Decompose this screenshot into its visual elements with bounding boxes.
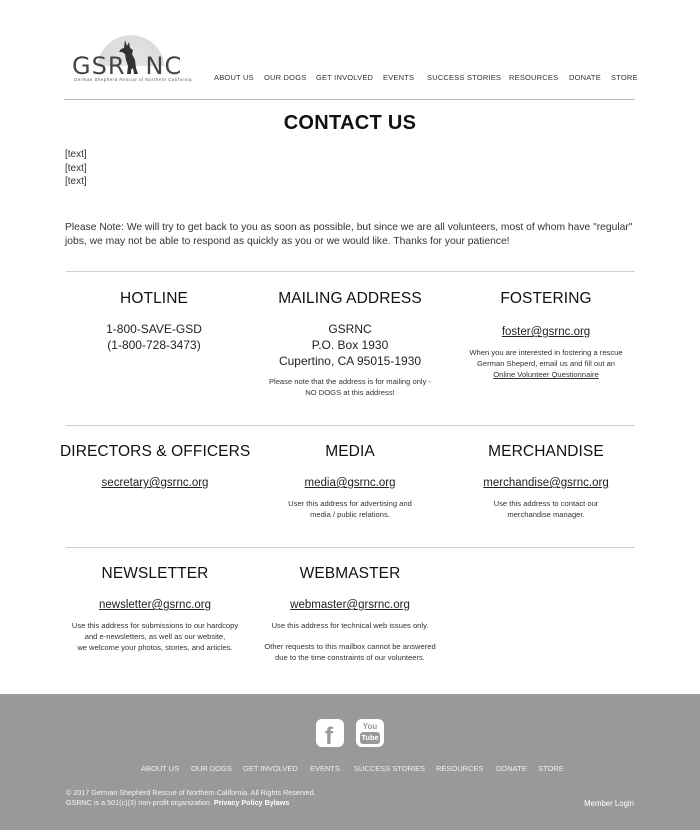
volunteer-questionnaire-link[interactable]: Online Volunteer Questionnaire [493,370,599,379]
placeholder-text: [text] [65,162,87,174]
webmaster-card: WEBMASTER webmaster@grsrnc.org Use this … [250,565,450,663]
directors-card: DIRECTORS & OFFICERS secretary@gsrnc.org [60,443,250,491]
newsletter-desc: Use this address for submissions to our … [71,621,239,630]
merchandise-card: MERCHANDISE merchandise@gsrnc.org Use th… [456,443,636,520]
mailing-note: NO DOGS at this address! [305,388,395,397]
copyright-block: © 2017 German Shepherd Rescue of Norther… [66,788,316,807]
merchandise-email-link[interactable]: merchandise@gsrnc.org [483,477,608,489]
footer-nav-get-involved[interactable]: GET INVOLVED [243,764,298,773]
media-email-link[interactable]: media@gsrnc.org [305,477,396,489]
fostering-desc: When you are interested in fostering a r… [469,348,623,357]
nav-events[interactable]: EVENTS [383,73,414,82]
nav-donate[interactable]: DONATE [569,73,601,82]
nav-about-us[interactable]: ABOUT US [214,73,254,82]
media-title: MEDIA [325,443,375,460]
webmaster-email-link[interactable]: webmaster@grsrnc.org [290,599,410,611]
webmaster-desc: Use this address for technical web issue… [271,621,429,630]
newsletter-email-link[interactable]: newsletter@gsrnc.org [99,599,211,611]
hotline-card: HOTLINE 1-800-SAVE-GSD (1-800-728-3473) [64,290,244,353]
nav-store[interactable]: STORE [611,73,638,82]
site-footer: f You Tube ABOUT US OUR DOGS GET INVOLVE… [0,694,700,830]
footer-nav-donate[interactable]: DONATE [496,764,527,773]
media-card: MEDIA media@gsrnc.org User this address … [250,443,450,520]
section-divider [66,547,635,548]
nav-our-dogs[interactable]: OUR DOGS [264,73,306,82]
fostering-title: FOSTERING [500,290,592,307]
nav-resources[interactable]: RESOURCES [509,73,558,82]
merchandise-desc: Use this address to contact our [493,499,599,508]
site-header: GSR NC German Shepherd Rescue of Northern… [0,0,700,100]
directors-title: DIRECTORS & OFFICERS [60,443,251,460]
youtube-icon: Tube [360,732,380,744]
facebook-link[interactable]: f [316,719,344,750]
fostering-card: FOSTERING foster@gsrnc.org When you are … [456,290,636,380]
directors-email-link[interactable]: secretary@gsrnc.org [102,477,209,489]
media-desc: media / public relations. [310,510,390,519]
youtube-icon-top: You [362,722,378,731]
bylaws-link[interactable]: Bylaws [265,798,290,807]
merchandise-title: MERCHANDISE [488,443,604,460]
newsletter-card: NEWSLETTER newsletter@gsrnc.org Use this… [60,565,250,653]
media-desc: User this address for advertising and [288,499,412,508]
facebook-icon: f [325,723,333,750]
section-divider [66,271,635,272]
member-login-link[interactable]: Member Login [584,799,634,808]
footer-nav-events[interactable]: EVENTS [310,764,340,773]
footer-nav-about-us[interactable]: ABOUT US [141,764,179,773]
footer-nav-our-dogs[interactable]: OUR DOGS [191,764,232,773]
mailing-name: GSRNC [328,322,372,336]
webmaster-desc: due to the time constraints of our volun… [275,653,425,662]
newsletter-title: NEWSLETTER [101,565,209,582]
nav-get-involved[interactable]: GET INVOLVED [316,73,373,82]
fostering-email-link[interactable]: foster@gsrnc.org [502,326,590,338]
nonprofit-text: GSRNC is a 501(c)(3) non-profit organiza… [66,797,212,807]
placeholder-text-block: [text] [text] [text] [65,148,87,189]
header-divider [64,99,635,100]
page-title: CONTACT US [283,112,417,134]
volunteer-note: Please Note: We will try to get back to … [65,222,633,247]
webmaster-title: WEBMASTER [299,565,401,582]
mailing-address-card: MAILING ADDRESS GSRNC P.O. Box 1930 Cupe… [250,290,450,398]
mailing-city: Cupertino, CA 95015-1930 [278,354,422,368]
youtube-link[interactable]: You Tube [356,719,384,747]
mailing-po-box: P.O. Box 1930 [311,338,389,352]
privacy-policy-link[interactable]: Privacy Policy [214,798,263,807]
section-divider [66,425,635,426]
mailing-address-title: MAILING ADDRESS [278,290,422,307]
main-nav: ABOUT US OUR DOGS GET INVOLVED EVENTS SU… [0,73,700,83]
hotline-title: HOTLINE [120,290,188,307]
webmaster-desc: Other requests to this mailbox cannot be… [264,642,436,651]
mailing-note: Please note that the address is for mail… [268,377,432,386]
footer-nav-store[interactable]: STORE [538,764,564,773]
newsletter-desc: and e-newsletters, as well as our websit… [84,632,226,641]
placeholder-text: [text] [65,176,87,187]
fostering-desc: German Sheperd, email us and fill out an [476,359,616,368]
footer-nav-success-stories[interactable]: SUCCESS STORIES [354,764,425,773]
hotline-number-digits[interactable]: (1-800-728-3473) [64,337,244,353]
footer-nav-resources[interactable]: RESOURCES [436,764,484,773]
copyright-text: © 2017 German Shepherd Rescue of Norther… [66,788,316,797]
hotline-number[interactable]: 1-800-SAVE-GSD [64,321,244,337]
newsletter-desc: we welcome your photos, stories, and art… [77,643,233,652]
merchandise-desc: merchandise manager. [507,510,585,519]
placeholder-text: [text] [65,149,87,160]
nav-success-stories[interactable]: SUCCESS STORIES [427,73,501,82]
